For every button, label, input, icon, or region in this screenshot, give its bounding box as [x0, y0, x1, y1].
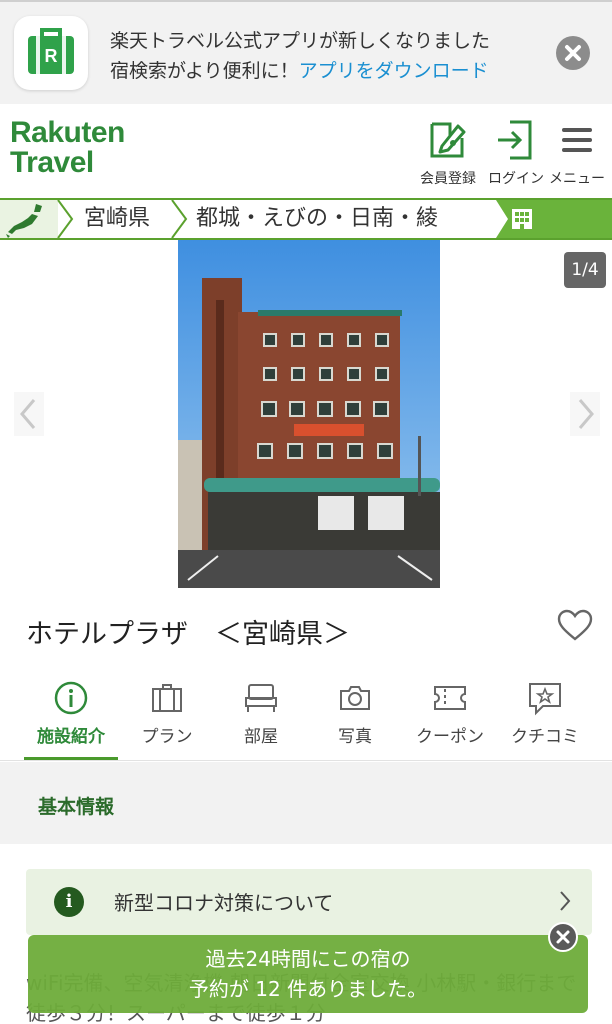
tab-facility-info-label: 施設紹介 — [37, 727, 105, 747]
bed-icon — [245, 684, 277, 712]
login-label: ログイン — [488, 171, 544, 187]
hotel-photo[interactable] — [178, 240, 440, 588]
banner-text: 楽天トラベル公式アプリが新しくなりました 宿検索がより便利に！アプリをダウンロー… — [110, 26, 490, 86]
member-register-button[interactable]: 会員登録 — [413, 118, 483, 188]
breadcrumb-hotel — [496, 200, 612, 238]
tab-review-label: クチコミ — [511, 727, 579, 747]
review-icon — [529, 683, 561, 716]
close-icon — [556, 930, 570, 944]
japan-map-icon — [6, 204, 42, 238]
banner-close-button[interactable] — [556, 36, 590, 70]
breadcrumb-separator — [57, 200, 74, 238]
toast-close-button[interactable] — [548, 922, 578, 952]
banner-line2: 宿検索がより便利に！アプリをダウンロード — [110, 56, 490, 86]
tab-room[interactable]: 部屋 — [214, 674, 308, 760]
rakuten-travel-logo[interactable]: Rakuten Travel — [10, 118, 125, 178]
favorite-heart-icon[interactable] — [556, 608, 594, 642]
download-app-link[interactable]: アプリをダウンロード — [299, 60, 489, 82]
login-icon — [498, 120, 532, 160]
basic-info-section: 基本情報 — [0, 762, 612, 844]
banner-line2-prefix: 宿検索がより便利に！ — [110, 60, 299, 82]
tab-plan-label: プラン — [141, 727, 193, 747]
covid-measures-label: 新型コロナ対策について — [114, 891, 334, 915]
menu-button[interactable]: メニュー — [542, 118, 612, 188]
menu-label: メニュー — [549, 171, 605, 187]
coupon-icon — [434, 686, 466, 710]
breadcrumb-prefecture[interactable]: 宮崎県 — [84, 204, 150, 234]
building-icon — [512, 209, 532, 229]
banner-line1: 楽天トラベル公式アプリが新しくなりました — [110, 30, 491, 52]
logo-line1: Rakuten — [10, 116, 125, 149]
tab-room-label: 部屋 — [244, 727, 278, 747]
tab-review[interactable]: クチコミ — [498, 674, 592, 760]
next-photo-arrow[interactable] — [570, 392, 600, 436]
hotel-title: ホテルプラザ ＜宮崎県＞ — [26, 619, 350, 650]
camera-icon — [340, 686, 370, 710]
photo-gallery[interactable]: 1/4 — [0, 240, 612, 588]
tab-photo[interactable]: 写真 — [308, 674, 402, 760]
previous-photo-arrow[interactable] — [14, 392, 44, 436]
toast-line2: 予約が 12 件ありました。 — [188, 977, 428, 1001]
facility-tabs: 施設紹介 プラン 部屋 写真 クーポン クチコミ — [0, 674, 612, 760]
photo-counter: 1/4 — [564, 252, 606, 288]
member-register-icon — [430, 122, 466, 158]
section-title: 基本情報 — [38, 796, 115, 818]
member-register-label: 会員登録 — [420, 171, 476, 187]
close-icon — [565, 45, 581, 61]
menu-icon — [562, 128, 592, 152]
info-circle-icon: i — [54, 887, 84, 917]
breadcrumb-separator — [171, 200, 188, 238]
app-download-banner[interactable]: R 楽天トラベル公式アプリが新しくなりました 宿検索がより便利に！アプリをダウン… — [0, 0, 612, 104]
toast-line1: 過去24時間にこの宿の — [205, 947, 411, 971]
breadcrumb: 宮崎県 都城・えびの・日南・綾 — [0, 198, 612, 240]
chevron-right-icon — [560, 891, 571, 911]
rakuten-travel-app-icon[interactable]: R — [14, 16, 88, 90]
tab-coupon[interactable]: クーポン — [403, 674, 497, 760]
logo-line2: Travel — [10, 146, 94, 179]
tab-photo-label: 写真 — [338, 727, 372, 747]
tabs-divider — [0, 760, 612, 761]
site-header: Rakuten Travel 会員登録 ログイン メニュー — [0, 104, 612, 198]
svg-text:R: R — [45, 46, 58, 66]
plan-icon — [152, 684, 182, 712]
tab-facility-info[interactable]: 施設紹介 — [24, 674, 118, 760]
booking-count-toast: 過去24時間にこの宿の 予約が 12 件ありました。 — [28, 935, 588, 1013]
breadcrumb-japan[interactable] — [0, 200, 58, 238]
login-button[interactable]: ログイン — [481, 118, 551, 188]
info-icon — [54, 681, 88, 715]
covid-measures-link[interactable]: i 新型コロナ対策について — [26, 869, 592, 935]
tab-coupon-label: クーポン — [416, 727, 484, 747]
tab-plan[interactable]: プラン — [120, 674, 214, 760]
breadcrumb-area[interactable]: 都城・えびの・日南・綾 — [196, 204, 438, 234]
